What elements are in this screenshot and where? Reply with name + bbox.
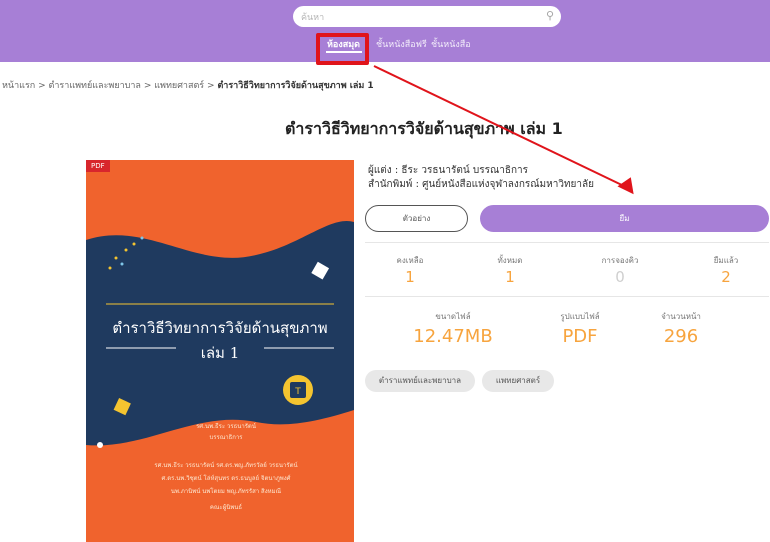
cover-authors: รศ.นพ.ธีระ วรธนารัตน์ รศ.ดร.พญ.ภัทรวัลย์…: [154, 462, 298, 469]
cover-title: ตำราวิธีวิทยาการวิจัยด้านสุขภาพ: [112, 319, 328, 337]
page-count-value: 296: [663, 326, 699, 347]
nav-bookshelf[interactable]: ชั้นหนังสือ: [431, 37, 471, 51]
stat-value-remaining: 1: [405, 268, 415, 286]
pdf-badge: PDF: [86, 160, 110, 172]
book-publisher: สำนักพิมพ์ : ศูนย์หนังสือแห่งจุฬาลงกรณ์ม…: [368, 179, 594, 190]
page-title: ตำราวิธีวิทยาการวิจัยด้านสุขภาพ เล่ม 1: [285, 119, 563, 138]
cover-authors: นพ.ภานิพน์ นพโตยม พญ.ภัทรรัสา สิงหมณี: [170, 488, 282, 495]
stat-label-queue: การจองคิว: [601, 256, 639, 265]
page-count-label: จำนวนหน้า: [661, 312, 701, 321]
cover-volume: เล่ม 1: [200, 344, 240, 362]
annotation-highlight-box: [316, 33, 369, 65]
stat-label-total: ทั้งหมด: [497, 256, 523, 265]
breadcrumb-separator: >: [143, 81, 152, 91]
file-size-value: 12.47MB: [413, 326, 493, 347]
sample-button[interactable]: ตัวอย่าง: [365, 205, 468, 232]
breadcrumb-current: ตำราวิธีวิทยาการวิจัยด้านสุขภาพ เล่ม 1: [217, 81, 374, 91]
stat-value-borrowed: 2: [721, 268, 731, 286]
nav-free-shelf[interactable]: ชั้นหนังสือฟรี: [376, 37, 427, 51]
book-cover: T PDF ตำราวิธีวิทยาการวิจัยด้านสุขภาพ เล…: [86, 160, 354, 542]
file-size-label: ขนาดไฟล์: [435, 312, 471, 321]
search-input[interactable]: ค้นหา: [301, 10, 324, 24]
cover-editor-role: บรรณาธิการ: [209, 434, 243, 441]
breadcrumb: หน้าแรก > ตำราแพทย์และพยาบาล > แพทยศาสตร…: [2, 78, 374, 92]
tag-medicine[interactable]: แพทยศาสตร์: [482, 370, 554, 392]
stat-label-borrowed: ยืมแล้ว: [713, 256, 739, 265]
search-icon[interactable]: ⚲: [546, 9, 554, 22]
cover-authors: ศ.ดร.นพ.วิชุตน์ โล่ห์สุนทร ดร.ธนบูลย์ จิ…: [161, 475, 291, 482]
stat-value-queue: 0: [615, 268, 625, 286]
cover-editor: รศ.นพ.ธีระ วรธนารัตน์: [196, 423, 256, 430]
stat-label-remaining: คงเหลือ: [396, 256, 424, 265]
cover-authors-role: คณะผู้นิพนธ์: [209, 504, 243, 511]
breadcrumb-subcategory[interactable]: แพทยศาสตร์: [154, 81, 204, 91]
breadcrumb-category[interactable]: ตำราแพทย์และพยาบาล: [49, 81, 141, 91]
tag-medical-nursing[interactable]: ตำราแพทย์และพยาบาล: [365, 370, 475, 392]
file-format-label: รูปแบบไฟล์: [560, 312, 600, 321]
svg-text:T: T: [294, 387, 301, 397]
breadcrumb-home[interactable]: หน้าแรก: [2, 81, 35, 91]
file-format-value: PDF: [562, 326, 598, 347]
breadcrumb-separator: >: [38, 81, 46, 91]
divider: [365, 242, 769, 243]
breadcrumb-separator: >: [207, 81, 215, 91]
divider: [365, 296, 769, 297]
stat-value-total: 1: [505, 268, 515, 286]
top-header: ค้นหา ⚲ ห้องสมุด ชั้นหนังสือฟรี ชั้นหนัง…: [0, 0, 770, 62]
search-bar[interactable]: ค้นหา ⚲: [293, 6, 561, 27]
borrow-button[interactable]: ยืม: [480, 205, 769, 232]
book-author: ผู้แต่ง : ธีระ วรธนารัตน์ บรรณาธิการ: [368, 165, 528, 176]
